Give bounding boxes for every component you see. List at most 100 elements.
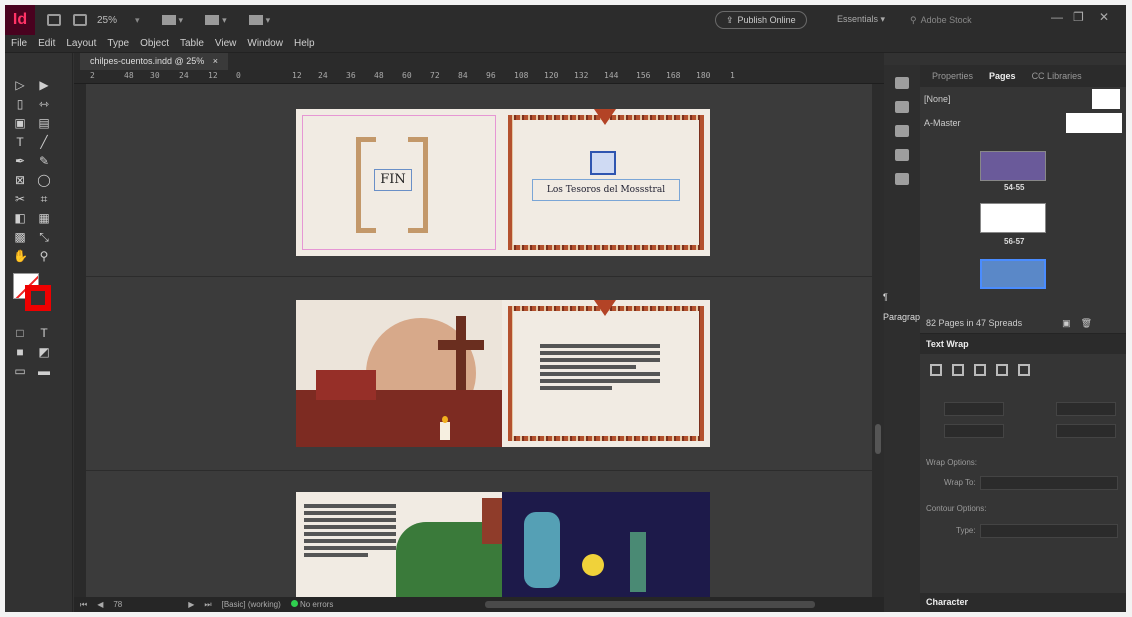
page-left-altar[interactable] — [296, 300, 502, 447]
bottom-offset-field[interactable] — [944, 424, 1004, 438]
view-options-button[interactable]: ▾ — [161, 15, 183, 26]
text-frame-story[interactable] — [304, 504, 396, 560]
formatting-container-icon[interactable]: □ — [13, 326, 27, 340]
ellipse-tool-icon[interactable]: ◯ — [37, 173, 51, 187]
page-left-fin[interactable]: FIN — [296, 109, 502, 256]
next-page-icon[interactable]: ▶ — [188, 600, 194, 609]
swatches-icon[interactable] — [895, 149, 909, 161]
master-a-row[interactable]: A-Master — [920, 111, 1126, 135]
bridge-icon[interactable] — [47, 14, 61, 26]
close-icon[interactable]: ✕ — [1099, 10, 1109, 24]
emblem-image[interactable] — [590, 151, 616, 175]
direct-selection-tool-icon[interactable]: ▶ — [37, 78, 51, 92]
close-tab-icon[interactable]: × — [213, 56, 218, 66]
content-placer-icon[interactable]: ▤ — [37, 116, 51, 130]
top-offset-field[interactable] — [944, 402, 1004, 416]
jump-next-column-icon[interactable] — [1018, 364, 1030, 376]
horizontal-scrollbar[interactable] — [485, 601, 815, 608]
pasteboard[interactable]: FIN Los Tesoros del Mossstral — [86, 84, 872, 597]
menu-file[interactable]: File — [11, 38, 27, 49]
master-none-thumb[interactable] — [1092, 89, 1120, 109]
publish-online-button[interactable]: ⇪ Publish Online — [715, 11, 807, 29]
horizontal-ruler[interactable]: 2 48 30 24 12 0 12 24 36 48 60 72 84 96 … — [74, 70, 884, 84]
right-offset-field[interactable] — [1056, 424, 1116, 438]
wrap-object-shape-icon[interactable] — [974, 364, 986, 376]
document-tab[interactable]: chilpes-cuentos.indd @ 25% × — [80, 53, 228, 70]
menu-window[interactable]: Window — [247, 38, 283, 49]
first-page-icon[interactable]: ⏮ — [80, 600, 87, 610]
zoom-level[interactable]: 25% — [97, 15, 117, 26]
screen-mode-button[interactable]: ▾ — [205, 15, 227, 26]
character-panel-header[interactable]: Character — [920, 593, 1126, 612]
stroke-icon[interactable] — [895, 125, 909, 137]
prev-page-icon[interactable]: ◀ — [97, 600, 103, 609]
content-collector-icon[interactable]: ▣ — [13, 116, 27, 130]
scroll-thumb[interactable] — [875, 424, 881, 454]
fin-text-frame[interactable]: FIN — [374, 169, 412, 191]
hand-tool-icon[interactable]: ✋ — [13, 249, 28, 263]
arrange-documents-button[interactable]: ▾ — [248, 15, 270, 26]
menu-help[interactable]: Help — [294, 38, 315, 49]
workspace-switcher[interactable]: Essentials ▾ — [837, 14, 885, 25]
no-wrap-icon[interactable] — [930, 364, 942, 376]
master-none-row[interactable]: [None] — [920, 87, 1126, 111]
pencil-tool-icon[interactable]: ✎ — [37, 154, 51, 168]
tab-properties[interactable]: Properties — [932, 71, 973, 81]
delete-page-icon[interactable]: 🗑 — [1081, 318, 1092, 329]
left-offset-field[interactable] — [1056, 402, 1116, 416]
gradient-feather-tool-icon[interactable]: ▦ — [37, 211, 51, 225]
normal-mode-icon[interactable]: ▭ — [13, 364, 27, 378]
last-page-icon[interactable]: ⏭ — [204, 600, 211, 610]
contour-type-select[interactable] — [980, 524, 1118, 538]
page-right-night[interactable] — [502, 492, 710, 597]
wrap-to-select[interactable] — [980, 476, 1118, 490]
page-number-field[interactable]: 78 — [113, 600, 122, 609]
gradient-swatch-tool-icon[interactable]: ◧ — [13, 211, 27, 225]
links-icon[interactable] — [895, 101, 909, 113]
scissors-tool-icon[interactable]: ✂ — [13, 192, 27, 206]
rectangle-frame-tool-icon[interactable]: ⊠ — [13, 173, 27, 187]
text-frame-body[interactable] — [540, 344, 660, 393]
jump-object-icon[interactable] — [996, 364, 1008, 376]
zoom-tool-icon[interactable]: ⚲ — [37, 249, 51, 263]
type-tool-icon[interactable]: T — [13, 135, 27, 149]
note-tool-icon[interactable]: ▩ — [13, 230, 27, 244]
preflight-profile[interactable]: [Basic] (working) — [222, 600, 281, 609]
spread-thumb-56-57[interactable] — [980, 203, 1046, 233]
stock-icon[interactable] — [73, 14, 87, 26]
menu-view[interactable]: View — [215, 38, 237, 49]
menu-object[interactable]: Object — [140, 38, 169, 49]
fill-stroke-swatches[interactable] — [13, 273, 53, 313]
page-left-story[interactable] — [296, 492, 502, 597]
new-page-icon[interactable]: ▣ — [1062, 318, 1071, 329]
menu-layout[interactable]: Layout — [66, 38, 96, 49]
pen-tool-icon[interactable]: ✒ — [13, 154, 27, 168]
menu-table[interactable]: Table — [180, 38, 204, 49]
page-right-title[interactable]: Los Tesoros del Mossstral — [502, 109, 710, 256]
stock-search[interactable]: ⚲ Adobe Stock — [910, 12, 1025, 28]
preview-mode-icon[interactable]: ▬ — [37, 364, 51, 378]
tab-cc-libraries[interactable]: CC Libraries — [1032, 71, 1082, 81]
line-tool-icon[interactable]: ╱ — [37, 135, 51, 149]
cc-libraries-icon[interactable] — [895, 173, 909, 185]
eyedropper-tool-icon[interactable]: ⤡ — [37, 230, 51, 244]
free-transform-tool-icon[interactable]: ⌗ — [37, 192, 51, 206]
apply-color-icon[interactable]: ■ — [13, 345, 27, 359]
book-title-frame[interactable]: Los Tesoros del Mossstral — [532, 179, 680, 201]
minimize-icon[interactable]: — — [1051, 10, 1063, 24]
stroke-swatch[interactable] — [25, 285, 51, 311]
page-right-text[interactable] — [502, 300, 710, 447]
gap-tool-icon[interactable]: ⇿ — [37, 97, 51, 111]
spread-thumb-selected[interactable] — [980, 259, 1046, 289]
tab-pages[interactable]: Pages — [989, 71, 1016, 81]
vertical-scrollbar[interactable] — [872, 84, 884, 597]
vertical-ruler[interactable] — [74, 84, 86, 597]
wrap-bounding-box-icon[interactable] — [952, 364, 964, 376]
zoom-dropdown-icon[interactable]: ▾ — [135, 15, 140, 26]
menu-edit[interactable]: Edit — [38, 38, 55, 49]
menu-type[interactable]: Type — [107, 38, 129, 49]
spread-thumb-54-55[interactable] — [980, 151, 1046, 181]
restore-icon[interactable]: ❐ — [1073, 10, 1084, 24]
page-tool-icon[interactable]: ▯ — [13, 97, 27, 111]
selection-tool-icon[interactable]: ▷ — [13, 78, 27, 92]
